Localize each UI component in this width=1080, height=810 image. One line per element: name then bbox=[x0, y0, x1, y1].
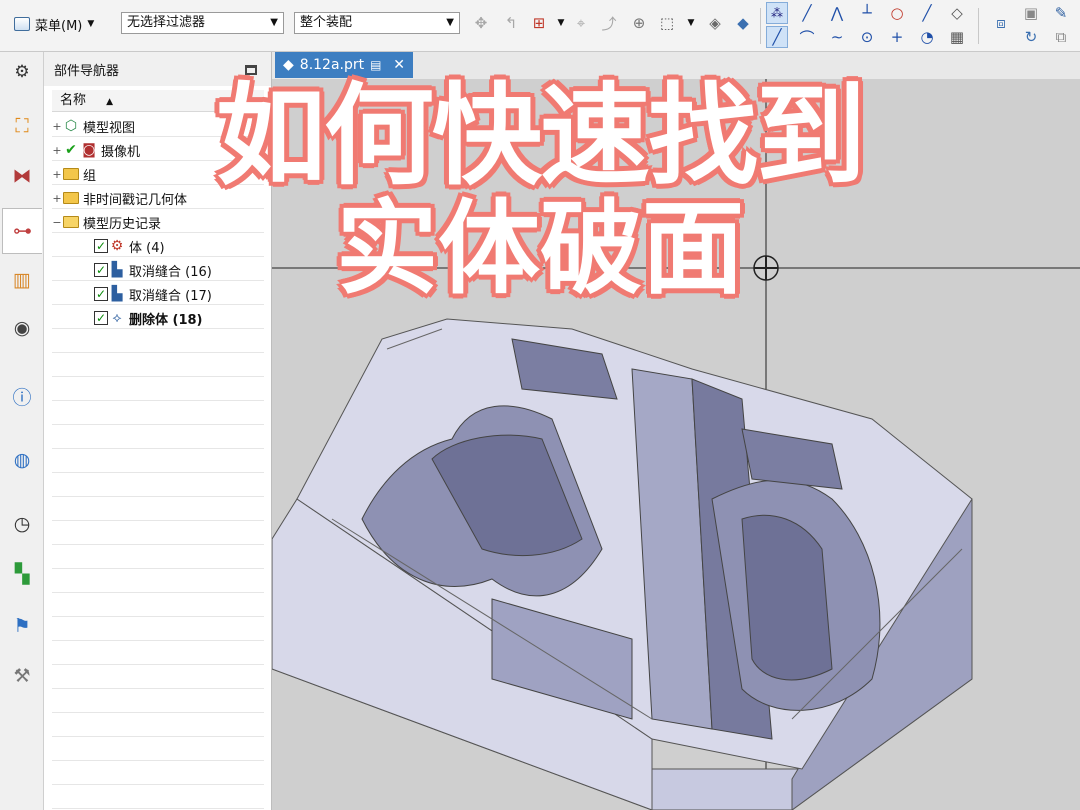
brush-icon[interactable]: ✎ bbox=[1050, 2, 1072, 24]
point-on-curve-icon[interactable]: ⌖ bbox=[570, 12, 592, 34]
system-scenes-icon[interactable]: ⚒ bbox=[8, 662, 36, 690]
info-icon[interactable]: ⓘ bbox=[8, 382, 36, 410]
tree-node-label: 组 bbox=[83, 168, 97, 184]
expand-icon[interactable]: + bbox=[52, 192, 62, 205]
main-toolbar: 菜单(M) ▼ 无选择过滤器 ▼ 整个装配 ▼ ✥ ↰ ⊞ ▼ ⌖ ⤴ ⊕ ⬚ … bbox=[0, 0, 1080, 52]
model-views-icon: ⬡ bbox=[64, 118, 78, 134]
visibility-checkbox[interactable]: ✓ bbox=[94, 287, 108, 301]
visibility-checkbox[interactable]: ✓ bbox=[94, 311, 108, 325]
tree-node-label: 删除体 (18) bbox=[129, 312, 203, 328]
reuse-library-icon[interactable]: ▥ bbox=[8, 266, 36, 294]
folder-icon bbox=[62, 190, 80, 206]
tree-node-label: 模型视图 bbox=[83, 120, 136, 136]
tree-node-label: 体 (4) bbox=[129, 240, 165, 256]
tree-node-label: 模型历史记录 bbox=[83, 216, 162, 232]
rectangle-select-icon[interactable]: ⬚ bbox=[656, 12, 678, 34]
camera-icon: ◙ bbox=[82, 142, 96, 158]
spline-snap-icon[interactable]: ∼ bbox=[826, 26, 848, 48]
assembly-scope-value: 整个装配 bbox=[300, 15, 353, 30]
face-rule-icon[interactable]: ⊕ bbox=[628, 12, 650, 34]
fit-view-icon[interactable]: ⧈ bbox=[990, 12, 1012, 34]
part-file-icon: ◆ bbox=[283, 57, 294, 73]
image-icon[interactable]: ▣ bbox=[1020, 2, 1042, 24]
toolbar-separator bbox=[760, 8, 761, 44]
delete-body-icon: ⟡ bbox=[112, 310, 122, 326]
solid-model[interactable] bbox=[272, 318, 973, 810]
intersection-point-icon[interactable]: ┴ bbox=[856, 2, 878, 24]
chevron-down-icon[interactable]: ▼ bbox=[680, 12, 702, 34]
curve-on-face-icon[interactable]: ◔ bbox=[916, 26, 938, 48]
chevron-down-icon[interactable]: ▼ bbox=[550, 12, 572, 34]
unsew-icon: ▙ bbox=[111, 262, 123, 278]
cube-icon[interactable]: ◆ bbox=[732, 12, 754, 34]
web-browser-icon[interactable]: ◍ bbox=[8, 446, 36, 474]
clock-icon[interactable]: ◷ bbox=[8, 510, 36, 538]
grid-point-icon[interactable]: ▦ bbox=[946, 26, 968, 48]
eye-icon[interactable]: ◉ bbox=[8, 314, 36, 342]
chevron-down-icon: ▼ bbox=[446, 17, 454, 28]
tab-label: 8.12a.prt bbox=[299, 57, 365, 73]
menu-button[interactable]: 菜单(M) ▼ bbox=[14, 13, 94, 35]
unsew-icon: ▙ bbox=[111, 286, 123, 302]
expand-icon[interactable]: + bbox=[52, 168, 62, 181]
solid-body-icon[interactable]: ◈ bbox=[704, 12, 726, 34]
visibility-checkbox[interactable]: ✓ bbox=[94, 263, 108, 277]
rotate-view-icon[interactable]: ↻ bbox=[1020, 26, 1042, 48]
modified-icon: ▤ bbox=[370, 58, 382, 72]
palette-icon[interactable]: ▚ bbox=[8, 560, 36, 588]
roles-icon[interactable]: ⚑ bbox=[8, 612, 36, 640]
folder-icon bbox=[62, 166, 80, 182]
end-point-icon[interactable]: ╱ bbox=[796, 2, 818, 24]
curve-snap-icon[interactable]: ⌒ bbox=[796, 26, 818, 48]
expand-icon[interactable]: + bbox=[52, 144, 62, 157]
resource-bar: ⚙ ⛶ ⧓ ⊶ ▥ ◉ ⓘ ◍ ◷ ▚ ⚑ ⚒ bbox=[0, 52, 44, 810]
selection-filter-dropdown[interactable]: 无选择过滤器 ▼ bbox=[121, 12, 284, 34]
expand-icon[interactable]: + bbox=[52, 120, 62, 133]
overlay-title-line2: 实体破面 bbox=[336, 190, 744, 309]
menu-label: 菜单(M) bbox=[35, 18, 83, 34]
sort-ascending-icon: ▲ bbox=[106, 97, 114, 107]
tree-node-label: 非时间戳记几何体 bbox=[83, 192, 188, 208]
menu-icon bbox=[14, 17, 30, 31]
tangent-point-icon[interactable]: ╱ bbox=[916, 2, 938, 24]
navigator-title: 部件导航器 bbox=[54, 63, 120, 79]
line-snap-icon[interactable]: ╱ bbox=[766, 26, 788, 48]
feature-selection-icon[interactable]: ↰ bbox=[500, 12, 522, 34]
general-selection-icon[interactable]: ✥ bbox=[470, 12, 492, 34]
toolbar-separator bbox=[978, 8, 979, 44]
arc-center-icon[interactable]: ○ bbox=[886, 2, 908, 24]
existing-point-icon[interactable]: + bbox=[886, 26, 908, 48]
visibility-checkbox[interactable]: ✓ bbox=[94, 239, 108, 253]
assembly-scope-dropdown[interactable]: 整个装配 ▼ bbox=[294, 12, 460, 34]
tree-node-label: 摄像机 bbox=[101, 144, 141, 160]
menu-dropdown-icon: ▼ bbox=[87, 19, 95, 29]
video-title-overlay: 如何快速找到 实体破面 bbox=[180, 78, 900, 304]
snap-enable-icon[interactable]: ⁂ bbox=[766, 2, 788, 24]
tree-node-delete-body[interactable]: ✓ ⟡ 删除体 (18) bbox=[52, 306, 264, 330]
add-selection-icon[interactable]: ⊞ bbox=[528, 12, 550, 34]
quadrant-point-icon[interactable]: ⊙ bbox=[856, 26, 878, 48]
column-name-label: 名称 bbox=[60, 93, 87, 108]
gear-icon[interactable]: ⚙ bbox=[8, 58, 36, 86]
snap-icon[interactable]: ⤴ bbox=[598, 12, 620, 34]
assembly-navigator-icon[interactable]: ⛶ bbox=[8, 112, 36, 140]
control-point-icon[interactable]: ⋀ bbox=[826, 2, 848, 24]
folder-open-icon bbox=[62, 214, 80, 230]
part-navigator-icon[interactable]: ⊶ bbox=[2, 208, 42, 254]
selection-filter-value: 无选择过滤器 bbox=[127, 15, 206, 30]
check-mark-icon: ✔ bbox=[65, 142, 77, 158]
overlay-title-line1: 如何快速找到 bbox=[216, 72, 866, 200]
face-point-icon[interactable]: ◇ bbox=[946, 2, 968, 24]
chevron-down-icon: ▼ bbox=[270, 17, 278, 28]
constraint-navigator-icon[interactable]: ⧓ bbox=[8, 162, 36, 190]
layer-icon[interactable]: ⧉ bbox=[1050, 26, 1072, 48]
close-icon[interactable]: ✕ bbox=[393, 57, 405, 73]
body-icon: ⚙ bbox=[110, 238, 124, 254]
collapse-icon[interactable]: − bbox=[52, 216, 62, 229]
